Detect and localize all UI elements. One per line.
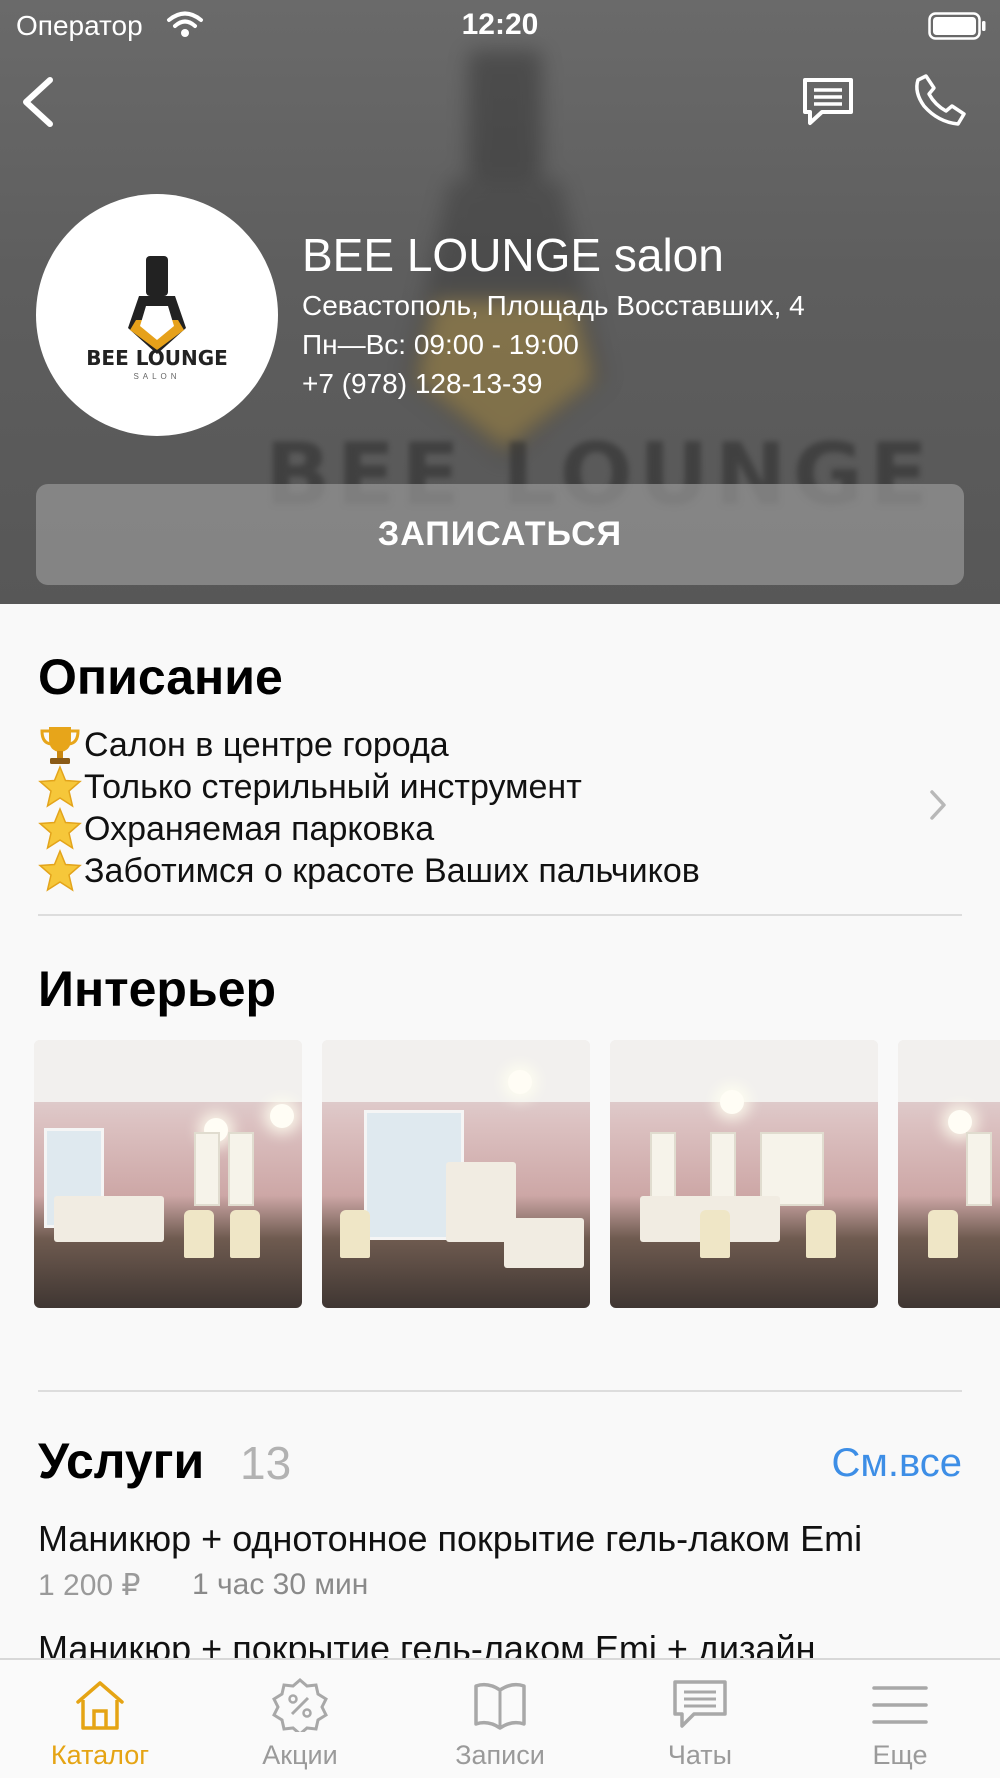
tab-label: Записи — [455, 1740, 545, 1770]
photo-lamp — [270, 1104, 294, 1128]
salon-hours: Пн—Вс: 09:00 - 19:00 — [302, 329, 579, 360]
divider — [38, 1390, 962, 1392]
salon-phone: +7 (978) 128-13-39 — [302, 368, 543, 399]
status-bar: Оператор 12:20 — [0, 0, 1000, 50]
description-line-text: Заботимся о красоте Ваших пальчиков — [84, 851, 700, 890]
tab-label: Еще — [872, 1740, 928, 1770]
tab-catalog[interactable]: Каталог — [0, 1660, 200, 1778]
photo-ceiling — [898, 1040, 1000, 1102]
description-block[interactable]: Салон в центре города Только стерильный … — [38, 724, 962, 912]
phone-icon[interactable] — [912, 72, 968, 128]
photo-shelf — [228, 1132, 254, 1206]
photo-shelf — [650, 1132, 676, 1206]
photo-lamp — [720, 1090, 744, 1114]
service-item-duration: 1 час 30 мин — [192, 1568, 369, 1601]
tab-chats[interactable]: Чаты — [600, 1660, 800, 1778]
photo-table — [54, 1196, 164, 1242]
tab-label: Чаты — [667, 1740, 733, 1770]
services-count: 13 — [240, 1437, 292, 1489]
photo-shelf — [710, 1132, 736, 1206]
clock: 12:20 — [461, 8, 539, 41]
photo-chair — [340, 1210, 370, 1258]
photo-shelf — [760, 1132, 824, 1206]
chevron-right-icon — [930, 790, 946, 820]
interior-photo[interactable] — [610, 1040, 878, 1308]
description-line: Салон в центре города — [38, 724, 449, 766]
book-icon — [474, 1682, 526, 1730]
description-line: Только стерильный инструмент — [38, 765, 582, 808]
photo-shelf — [194, 1132, 220, 1206]
service-item-price: 1 200 ₽ — [38, 1569, 141, 1602]
photo-chair — [230, 1210, 260, 1258]
menu-icon — [872, 1686, 928, 1724]
chat-icon — [673, 1680, 727, 1728]
photo-sofa — [504, 1218, 584, 1268]
photo-ceiling — [322, 1040, 590, 1102]
salon-header: BEE LOUNGE Оператор 12:20 BEE LOUNGE SAL… — [0, 0, 1000, 604]
trophy-emoji-icon — [40, 727, 80, 764]
salon-logo-avatar: BEE LOUNGE SALON — [36, 194, 278, 436]
description-title: Описание — [38, 649, 283, 705]
nail-polish-logo-icon — [128, 256, 186, 354]
photo-ceiling — [610, 1040, 878, 1102]
battery-icon — [928, 12, 986, 40]
salon-name: BEE LOUNGE salon — [302, 229, 724, 281]
description-line-text: Салон в центре города — [84, 725, 449, 764]
photo-chair — [700, 1210, 730, 1258]
star-emoji-icon — [38, 849, 82, 892]
description-line-text: Только стерильный инструмент — [84, 767, 582, 806]
book-button[interactable]: ЗАПИСАТЬСЯ — [36, 484, 964, 585]
see-all-link[interactable]: См.все — [831, 1441, 962, 1486]
star-emoji-icon — [38, 807, 82, 850]
star-emoji-icon — [38, 765, 82, 808]
photo-chair — [928, 1210, 958, 1258]
photo-shelf — [966, 1132, 992, 1206]
home-icon — [76, 1681, 124, 1730]
photo-ceiling — [34, 1040, 302, 1102]
tab-label: Каталог — [50, 1740, 150, 1770]
logo-sub-text: SALON — [133, 372, 181, 381]
tab-bar: Каталог Акции Записи Чаты Еще — [0, 1658, 1000, 1778]
back-arrow-icon[interactable] — [14, 72, 64, 132]
photo-chair — [806, 1210, 836, 1258]
description-line: Заботимся о красоте Ваших пальчиков — [38, 849, 700, 892]
tab-promotions[interactable]: Акции — [200, 1660, 400, 1778]
tab-label: Акции — [262, 1740, 338, 1770]
services-title: Услуги — [38, 1433, 205, 1489]
divider — [38, 914, 962, 916]
description-line: Охраняемая парковка — [38, 807, 435, 850]
tab-bookings[interactable]: Записи — [400, 1660, 600, 1778]
interior-photo[interactable] — [898, 1040, 1000, 1308]
photo-lamp — [948, 1110, 972, 1134]
photo-lamp — [508, 1070, 532, 1094]
interior-title: Интерьер — [38, 961, 277, 1017]
message-icon[interactable] — [800, 74, 856, 130]
interior-photo[interactable] — [322, 1040, 590, 1308]
description-line-text: Охраняемая парковка — [84, 809, 435, 848]
salon-address: Севастополь, Площадь Восставших, 4 — [302, 290, 805, 321]
percent-badge-icon — [272, 1678, 328, 1732]
photo-chair — [184, 1210, 214, 1258]
interior-photo[interactable] — [34, 1040, 302, 1308]
logo-brand-text: BEE LOUNGE — [86, 346, 228, 370]
service-item-name[interactable]: Маникюр + однотонное покрытие гель-лаком… — [38, 1518, 862, 1560]
tab-more[interactable]: Еще — [800, 1660, 1000, 1778]
